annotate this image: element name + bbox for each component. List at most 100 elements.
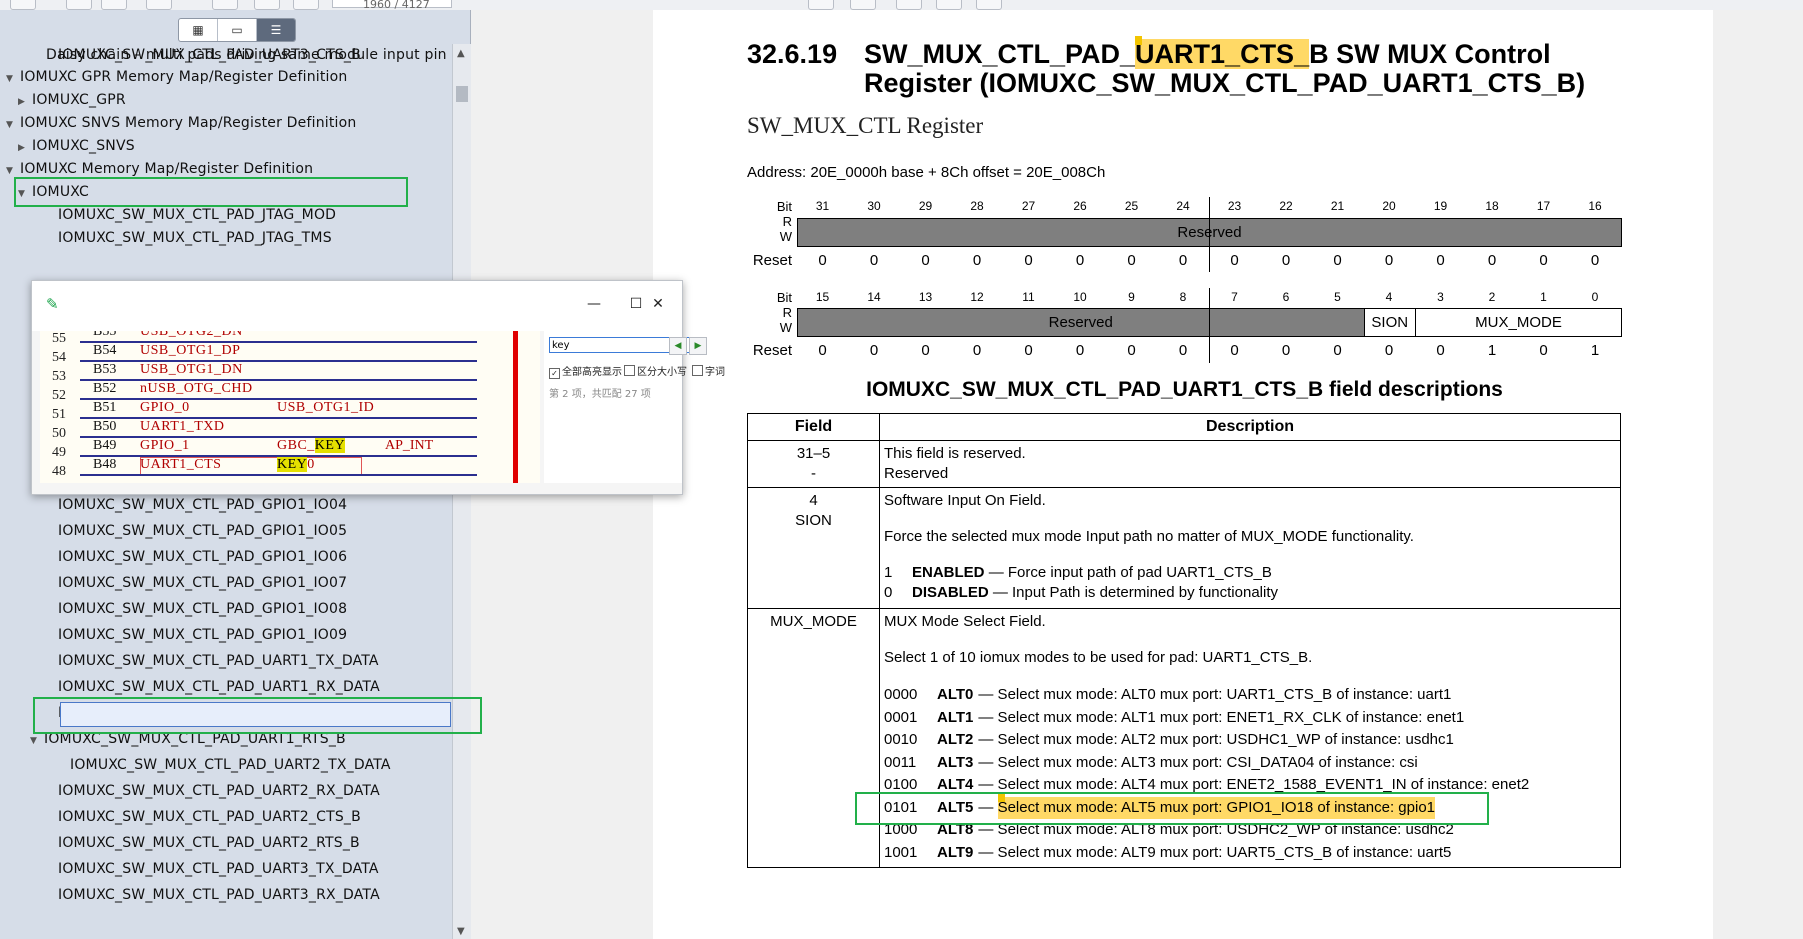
mux-option-code: 0000: [884, 686, 918, 703]
toolbar-button[interactable]: [976, 0, 1002, 10]
bit-number: 31: [815, 199, 830, 213]
bit-number: 26: [1073, 199, 1087, 213]
field-description: Software Input On Field.: [884, 492, 1046, 509]
toolbar-button[interactable]: [896, 0, 922, 10]
read-label: R: [782, 305, 792, 320]
outline-item[interactable]: IOMUXC_SW_MUX_CTL_PAD_UART3_CTS_B: [58, 44, 361, 66]
toolbar-button[interactable]: [10, 0, 36, 10]
signal-alias: USB_OTG1_ID: [277, 400, 375, 415]
minimize-icon[interactable]: —: [582, 292, 606, 316]
pin-icon[interactable]: ✎: [46, 295, 59, 313]
bit-number: 5: [1334, 290, 1341, 304]
outline-item[interactable]: IOMUXC_SW_MUX_CTL_PAD_UART2_RTS_B: [58, 832, 360, 854]
expanded-arrow-icon[interactable]: ▼: [6, 68, 20, 90]
find-next-icon[interactable]: ▶: [689, 337, 707, 355]
outline-item[interactable]: IOMUXC_SW_MUX_CTL_PAD_GPIO1_IO04: [58, 494, 347, 516]
outline-item[interactable]: ▼ IOMUXC GPR Memory Map/Register Definiti…: [6, 66, 347, 88]
reset-value: 0: [1024, 342, 1033, 359]
outline-item[interactable]: ▶ IOMUXC_GPR: [18, 89, 126, 111]
collapsed-arrow-icon[interactable]: ▶: [18, 91, 32, 113]
reset-value: 0: [1178, 342, 1188, 359]
scroll-down-icon[interactable]: ▼: [457, 926, 465, 937]
bit-number: 10: [1073, 290, 1087, 304]
toolbar-button[interactable]: [254, 0, 280, 10]
outline-item[interactable]: IOMUXC_SW_MUX_CTL_PAD_UART3_RX_DATA: [58, 884, 380, 906]
outline-item[interactable]: IOMUXC_SW_MUX_CTL_PAD_UART2_CTS_B: [58, 806, 361, 828]
signal-name: nUSB_OTG_CHD: [140, 381, 253, 396]
highlight-all-checkbox[interactable]: ✓ 全部高亮显示: [549, 363, 622, 379]
field-description: Force the selected mux mode Input path n…: [884, 528, 1414, 545]
table-row: 31–5 - This field is reserved. Reserved: [747, 440, 1621, 488]
reset-value: 0: [1333, 342, 1342, 359]
signal-name: USB_OTG1_DP: [140, 343, 241, 358]
outline-item[interactable]: IOMUXC_SW_MUX_CTL_PAD_UART1_RX_DATA: [58, 676, 380, 698]
outline-item[interactable]: IOMUXC_SW_MUX_CTL_PAD_GPIO1_IO05: [58, 520, 347, 542]
outline-item[interactable]: ▶ IOMUXC_SNVS: [18, 135, 135, 157]
close-icon[interactable]: ✕: [646, 292, 670, 316]
outline-item[interactable]: IOMUXC_SW_MUX_CTL_PAD_GPIO1_IO06: [58, 546, 347, 568]
outline-icon[interactable]: ☰: [257, 19, 295, 41]
pin-number: 48: [52, 464, 66, 479]
outline-item[interactable]: IOMUXC_SW_MUX_CTL_PAD_UART2_TX_DATA: [70, 754, 391, 776]
outline-item[interactable]: IOMUXC_SW_MUX_CTL_PAD_JTAG_MOD: [58, 204, 336, 226]
outline-item[interactable]: IOMUXC_SW_MUX_CTL_PAD_UART3_TX_DATA: [58, 858, 379, 880]
outline-item[interactable]: IOMUXC_SW_MUX_CTL_PAD_JTAG_TMS: [58, 227, 332, 249]
outline-item-label: IOMUXC_SW_MUX_CTL_PAD_UART3_CTS_B: [58, 47, 361, 63]
reset-value: 0: [818, 342, 827, 359]
toolbar-button[interactable]: [101, 0, 127, 10]
toolbar-button[interactable]: [808, 0, 834, 10]
note-marker-icon[interactable]: [1135, 36, 1143, 45]
scroll-up-icon[interactable]: ▲: [457, 48, 465, 59]
collapsed-arrow-icon[interactable]: ▶: [18, 137, 32, 159]
outline-item-label: IOMUXC_SW_MUX_CTL_PAD_GPIO1_IO08: [58, 601, 348, 617]
reset-value: 0: [869, 342, 879, 359]
find-prev-icon[interactable]: ◀: [669, 337, 687, 355]
expanded-arrow-icon[interactable]: ▼: [6, 114, 20, 136]
popup-titlebar[interactable]: ✎ — ☐ ✕: [32, 281, 682, 331]
outline-item-label: IOMUXC_SW_MUX_CTL_PAD_GPIO1_IO04: [58, 497, 348, 513]
bit-number: 27: [1021, 199, 1036, 213]
outline-item[interactable]: IOMUXC_SW_MUX_CTL_PAD_GPIO1_IO07: [58, 572, 347, 594]
outline-item[interactable]: IOMUXC_SW_MUX_CTL_PAD_UART1_TX_DATA: [58, 650, 379, 672]
reset-value: 0: [1333, 252, 1342, 269]
mux-option-name: ALT2: [937, 731, 974, 748]
outline-item-label: IOMUXC_SW_MUX_CTL_PAD_UART2_RX_DATA: [58, 783, 380, 799]
reset-value: 0: [1436, 342, 1445, 359]
register-subheading: SW_MUX_CTL Register: [747, 113, 984, 138]
match-case-checkbox[interactable]: 区分大小写: [624, 363, 687, 378]
page-icon[interactable]: ▭: [218, 19, 257, 41]
outline-item-label: IOMUXC_SW_MUX_CTL_PAD_JTAG_MOD: [58, 207, 337, 223]
highlight-button[interactable]: [936, 0, 962, 10]
page-indicator[interactable]: 1960 / 4127: [332, 0, 452, 10]
heading-text: B SW MUX Control: [1309, 39, 1551, 69]
reset-value: 0: [1178, 252, 1188, 269]
outline-item[interactable]: IOMUXC_SW_MUX_CTL_PAD_GPIO1_IO09: [58, 624, 347, 646]
sion-option-enabled: 1 ENABLED — Force input path of pad UART1…: [884, 564, 1272, 581]
toolbar-button[interactable]: [66, 0, 92, 10]
signal-alias-2: AP_INT: [385, 438, 434, 453]
bit-number: 17: [1536, 199, 1551, 213]
maximize-icon[interactable]: ☐: [624, 292, 648, 316]
mux-option-text: — Select mux mode: ALT2 mux port: USDHC1…: [978, 731, 1454, 748]
mux-option-row: 1001 ALT9— Select mux mode: ALT9 mux port…: [884, 842, 1616, 865]
ball-name: B49: [93, 438, 117, 453]
scroll-thumb[interactable]: [456, 86, 468, 102]
whole-word-checkbox[interactable]: 字词: [692, 363, 725, 378]
outline-item[interactable]: ▼ IOMUXC SNVS Memory Map/Register Definit…: [6, 112, 356, 134]
thumbnails-icon[interactable]: ▦: [179, 19, 218, 41]
reset-value: 0: [869, 252, 879, 269]
reset-value: 0: [1384, 342, 1394, 359]
back-button[interactable]: [212, 0, 238, 10]
next-page-button[interactable]: [293, 0, 319, 10]
toolbar-button[interactable]: [146, 0, 172, 10]
find-popup-window: ✎ — ☐ ✕ 55 B55 USB_OTG2_DN 54 B54 USB_OTG1_DP…: [31, 280, 725, 495]
sidebar-view-tabs: ▦ ▭ ☰: [178, 18, 296, 42]
outline-item[interactable]: IOMUXC_SW_MUX_CTL_PAD_GPIO1_IO08: [58, 598, 347, 620]
mux-option-text: — Select mux mode: ALT9 mux port: UART5_…: [978, 843, 1452, 861]
outline-item[interactable]: IOMUXC_SW_MUX_CTL_PAD_UART2_RX_DATA: [58, 780, 380, 802]
reset-value: 0: [1127, 342, 1136, 359]
field-description: MUX Mode Select Field.: [884, 613, 1046, 630]
mux-option-code: 0010: [884, 731, 918, 748]
toolbar-button[interactable]: [850, 0, 876, 10]
mux-option-row: 0001 ALT1— Select mux mode: ALT1 mux port…: [884, 707, 1616, 730]
